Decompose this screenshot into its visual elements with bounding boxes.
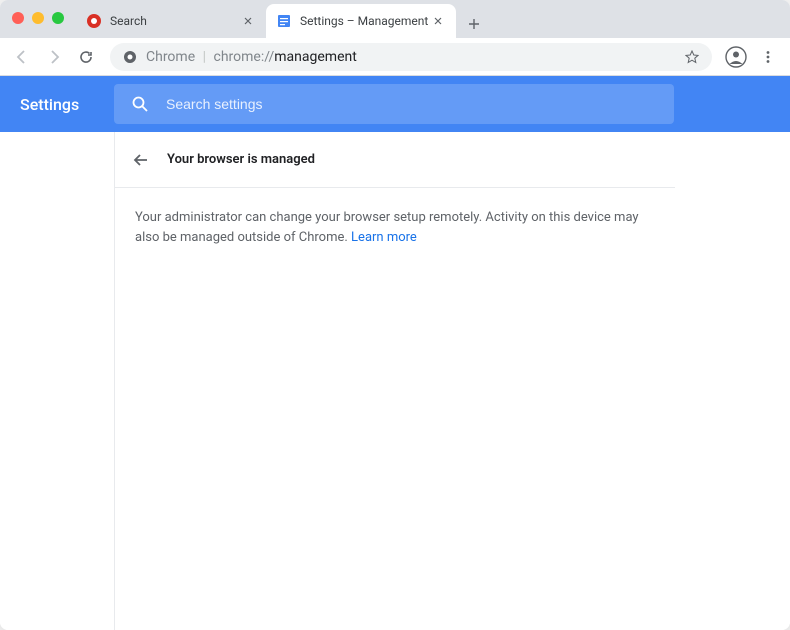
back-button[interactable] [8, 43, 36, 71]
omnibox[interactable]: Chrome | chrome://management [110, 43, 712, 71]
window-controls [12, 12, 64, 24]
settings-content: Your browser is managed Your administrat… [0, 132, 790, 630]
profile-button[interactable] [722, 43, 750, 71]
url-path: management [274, 49, 357, 65]
back-arrow-button[interactable] [123, 142, 159, 178]
page-heading: Your browser is managed [167, 152, 315, 167]
settings-header: Settings [0, 76, 790, 132]
menu-button[interactable] [754, 43, 782, 71]
url-security-label: Chrome [146, 49, 195, 65]
sidebar-divider [114, 132, 115, 630]
close-tab-icon[interactable] [430, 13, 446, 29]
close-window-button[interactable] [12, 12, 24, 24]
settings-search-box[interactable] [114, 84, 674, 124]
tab-settings-management[interactable]: Settings – Management [266, 4, 456, 38]
settings-app-title: Settings [20, 95, 114, 114]
url-scheme: chrome:// [214, 49, 275, 65]
reload-button[interactable] [72, 43, 100, 71]
browser-window: Search Settings – Management [0, 0, 790, 630]
favicon-icon [276, 13, 292, 29]
chrome-page-icon [122, 49, 138, 65]
favicon-icon [86, 13, 102, 29]
search-icon [130, 94, 150, 114]
omnibox-url: Chrome | chrome://management [146, 49, 684, 65]
titlebar: Search Settings – Management [0, 0, 790, 38]
card-header: Your browser is managed [115, 132, 675, 188]
toolbar: Chrome | chrome://management [0, 38, 790, 76]
settings-search-input[interactable] [166, 96, 658, 112]
minimize-window-button[interactable] [32, 12, 44, 24]
maximize-window-button[interactable] [52, 12, 64, 24]
tab-strip: Search Settings – Management [76, 4, 488, 38]
learn-more-link[interactable]: Learn more [351, 230, 417, 245]
management-card: Your browser is managed Your administrat… [115, 132, 675, 630]
tab-title: Settings – Management [300, 14, 430, 28]
forward-button[interactable] [40, 43, 68, 71]
card-body: Your administrator can change your brows… [115, 188, 675, 267]
tab-title: Search [110, 14, 240, 28]
bookmark-star-icon[interactable] [684, 49, 700, 65]
new-tab-button[interactable] [460, 10, 488, 38]
tab-search[interactable]: Search [76, 4, 266, 38]
close-tab-icon[interactable] [240, 13, 256, 29]
